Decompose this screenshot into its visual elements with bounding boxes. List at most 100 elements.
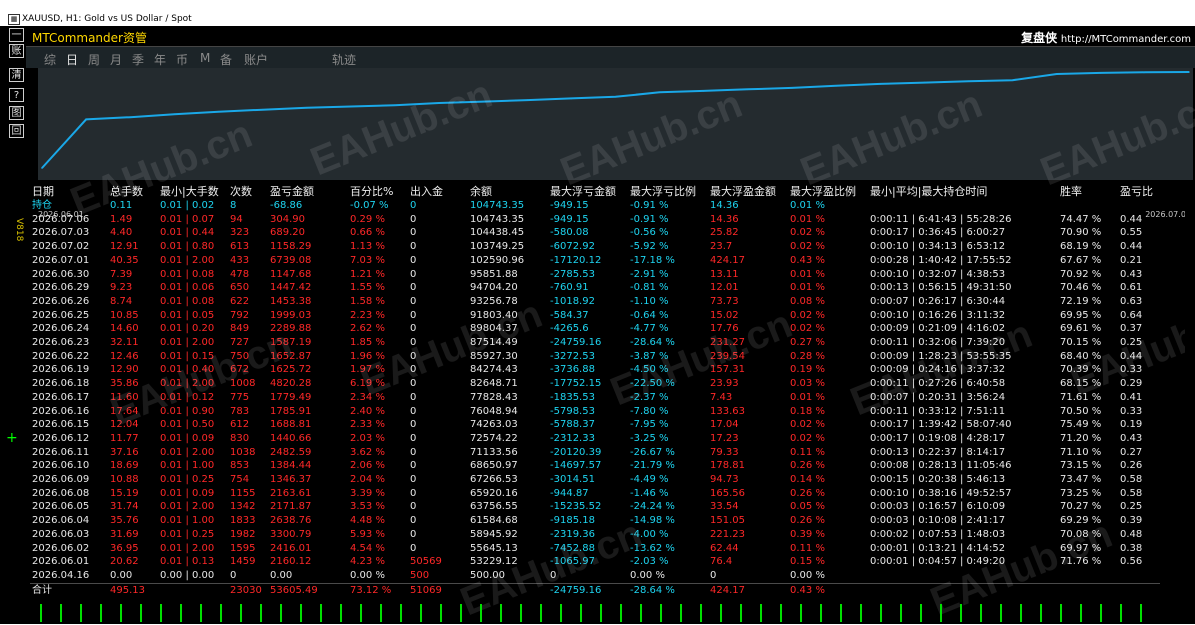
column-header[interactable]: 最大浮亏比例 <box>628 184 708 199</box>
table-row[interactable]: 2026.06.23 32.11 0.01 | 2.00 727 1587.19 1.85… <box>30 336 1160 350</box>
column-header[interactable]: 最小|大手数 <box>158 184 228 199</box>
tab-monthly[interactable]: 月 <box>110 51 122 68</box>
return-button[interactable]: 回 <box>9 124 24 138</box>
table-row[interactable]: 2026.06.29 9.23 0.01 | 0.06 650 1447.42 1.55 … <box>30 281 1160 295</box>
toolbar-button-1[interactable]: 一 <box>9 28 24 42</box>
table-row[interactable]: 2026.07.01 40.35 0.01 | 2.00 433 6739.08 7.03… <box>30 254 1160 268</box>
tab-trajectory[interactable]: 轨迹 <box>332 51 356 68</box>
tick-mark <box>1060 604 1062 622</box>
table-row[interactable]: 2026.07.03 4.40 0.01 | 0.44 323 689.20 0.66 %… <box>30 226 1160 240</box>
clear-button[interactable]: 清 <box>9 68 24 82</box>
brand-url[interactable]: http://MTCommander.com <box>1061 34 1191 45</box>
table-cell: 2026.06.25 <box>32 309 90 321</box>
tab-daily[interactable]: 日 <box>66 51 78 68</box>
table-row[interactable]: 2026.06.12 11.77 0.01 | 0.09 830 1440.66 2.03… <box>30 432 1160 446</box>
table-cell: 221.23 <box>710 528 745 540</box>
brand[interactable]: 复盘侠 http://MTCommander.com <box>1021 29 1191 46</box>
column-header[interactable]: 胜率 <box>1058 184 1118 199</box>
vertical-scrollbar[interactable] <box>1185 196 1195 616</box>
table-cell: 0.02 % <box>790 241 825 253</box>
table-row[interactable]: 2026.06.19 12.90 0.01 | 0.40 672 1625.72 1.97… <box>30 363 1160 377</box>
table-cell: 830 <box>230 432 250 444</box>
table-cell: 0.01 % <box>790 282 825 294</box>
table-cell: -949.15 <box>550 213 589 225</box>
table-cell: 2.62 % <box>350 323 385 335</box>
table-row[interactable]: 2026.06.08 15.19 0.01 | 0.09 1155 2163.61 3.3… <box>30 487 1160 501</box>
table-row[interactable]: 2026.06.03 31.69 0.01 | 0.25 1982 3300.79 5.9… <box>30 528 1160 542</box>
holding-row[interactable]: 持仓 0.11 0.01 | 0.02 8 -68.86 -0.07 % 0 104743.3… <box>30 199 1160 213</box>
table-cell: 0.39 <box>1120 515 1143 527</box>
table-cell: 31.74 <box>110 501 139 513</box>
tab-account[interactable]: 账户 <box>244 51 268 68</box>
table-cell: 2026.06.24 <box>32 323 90 335</box>
chart-button[interactable]: 图 <box>9 106 24 120</box>
tab-symbol[interactable]: 币 <box>176 51 188 68</box>
table-cell: 1155 <box>230 487 256 499</box>
table-cell: -5798.53 <box>550 405 595 417</box>
column-header[interactable]: 最小|平均|最大持仓时间 <box>868 184 1058 199</box>
column-header[interactable]: 次数 <box>228 184 268 199</box>
column-header[interactable]: 余额 <box>468 184 548 199</box>
tab-backup[interactable]: 备 <box>220 51 232 68</box>
table-row[interactable]: 2026.06.09 10.88 0.01 | 0.25 754 1346.37 2.04… <box>30 473 1160 487</box>
table-row[interactable]: 2026.06.26 8.74 0.01 | 0.08 622 1453.38 1.58 … <box>30 295 1160 309</box>
tab-weekly[interactable]: 周 <box>88 51 100 68</box>
table-cell: 0.01 | 0.09 <box>160 432 215 444</box>
table-cell: 72.19 % <box>1060 295 1102 307</box>
column-header[interactable]: 总手数 <box>108 184 158 199</box>
table-cell: 73.47 % <box>1060 474 1102 486</box>
column-header[interactable]: 百分比% <box>348 184 408 199</box>
tick-mark <box>960 604 962 622</box>
table-row[interactable]: 2026.06.15 12.04 0.01 | 0.50 612 1688.81 2.33… <box>30 418 1160 432</box>
tab-yearly[interactable]: 年 <box>154 51 166 68</box>
table-cell: 95851.88 <box>470 268 518 280</box>
column-header[interactable]: 最大浮亏金额 <box>548 184 628 199</box>
table-cell: 50569 <box>410 556 442 568</box>
table-row[interactable]: 2026.06.25 10.85 0.01 | 0.05 792 1999.03 2.23… <box>30 309 1160 323</box>
table-cell: -68.86 <box>270 200 303 211</box>
column-header[interactable]: 最大浮盈比例 <box>788 184 868 199</box>
table-row[interactable]: 2026.06.04 35.76 0.01 | 1.00 1833 2638.76 4.4… <box>30 514 1160 528</box>
table-cell: 0:00:11 | 6:41:43 | 55:28:26 <box>870 213 1012 225</box>
column-header[interactable]: 出入金 <box>408 184 468 199</box>
table-cell: 75.49 % <box>1060 419 1102 431</box>
table-cell: -14697.57 <box>550 460 602 472</box>
table-row[interactable]: 2026.06.01 20.62 0.01 | 0.13 1459 2160.12 4.2… <box>30 555 1160 569</box>
tab-quarterly[interactable]: 季 <box>132 51 144 68</box>
table-row[interactable]: 2026.06.30 7.39 0.01 | 0.08 478 1147.68 1.21 … <box>30 268 1160 282</box>
account-button[interactable]: 账 <box>9 44 24 58</box>
table-cell: 0.01 | 0.08 <box>160 268 215 280</box>
equity-series-line <box>41 71 1190 169</box>
table-row[interactable]: 2026.06.05 31.74 0.01 | 2.00 1342 2171.87 3.5… <box>30 500 1160 514</box>
table-cell: 0:00:17 | 1:39:42 | 58:07:40 <box>870 419 1012 431</box>
tick-mark <box>400 604 402 622</box>
table-row[interactable]: 2026.06.22 12.46 0.01 | 0.15 750 1652.87 1.96… <box>30 350 1160 364</box>
table-cell: -4.77 % <box>630 323 669 335</box>
table-cell: 1440.66 <box>270 432 312 444</box>
total-row[interactable]: 合计 495.13 23030 53605.49 73.12 % 51069 -24759.… <box>30 582 1160 598</box>
column-header[interactable]: 最大浮盈金额 <box>708 184 788 199</box>
table-cell: 61584.68 <box>470 515 518 527</box>
table-row[interactable]: 2026.06.16 17.64 0.01 | 0.90 783 1785.91 2.40… <box>30 405 1160 419</box>
tab-overview[interactable]: 综 <box>44 51 56 68</box>
column-header[interactable]: 盈亏金额 <box>268 184 348 199</box>
table-cell: -13.62 % <box>630 542 675 554</box>
help-button[interactable]: ? <box>9 88 24 102</box>
table-row[interactable]: 2026.06.24 14.60 0.01 | 0.20 849 2289.88 2.62… <box>30 322 1160 336</box>
table-row[interactable]: 2026.07.06 1.49 0.01 | 0.07 94 304.90 0.29 % 0… <box>30 213 1160 227</box>
column-header[interactable]: 盈亏比 <box>1118 184 1160 199</box>
table-cell: 71.76 % <box>1060 556 1102 568</box>
table-cell: 70.39 % <box>1060 364 1102 376</box>
table-row[interactable]: 2026.06.02 36.95 0.01 | 2.00 1595 2416.01 4.5… <box>30 542 1160 556</box>
table-row[interactable]: 2026.06.10 18.69 0.01 | 1.00 853 1384.44 2.06… <box>30 459 1160 473</box>
table-row[interactable]: 2026.06.17 11.60 0.01 | 0.12 775 1779.49 2.34… <box>30 391 1160 405</box>
tab-magic[interactable]: M <box>200 51 210 65</box>
table-row[interactable]: 2026.04.16 0.00 0.00 | 0.00 0 0.00 0.00 % 500 5… <box>30 569 1160 583</box>
table-row[interactable]: 2026.06.11 37.16 0.01 | 2.00 1038 2482.59 3.6… <box>30 446 1160 460</box>
table-cell: 0.11 <box>110 200 133 211</box>
table-row[interactable]: 2026.06.18 35.86 0.01 | 2.00 1008 4820.28 6.1… <box>30 377 1160 391</box>
table-row[interactable]: 2026.07.02 12.91 0.01 | 0.80 613 1158.29 1.13… <box>30 240 1160 254</box>
table-cell: 0 <box>410 364 417 376</box>
table-cell: -4.00 % <box>630 528 669 540</box>
column-header[interactable]: 日期 <box>30 184 108 199</box>
